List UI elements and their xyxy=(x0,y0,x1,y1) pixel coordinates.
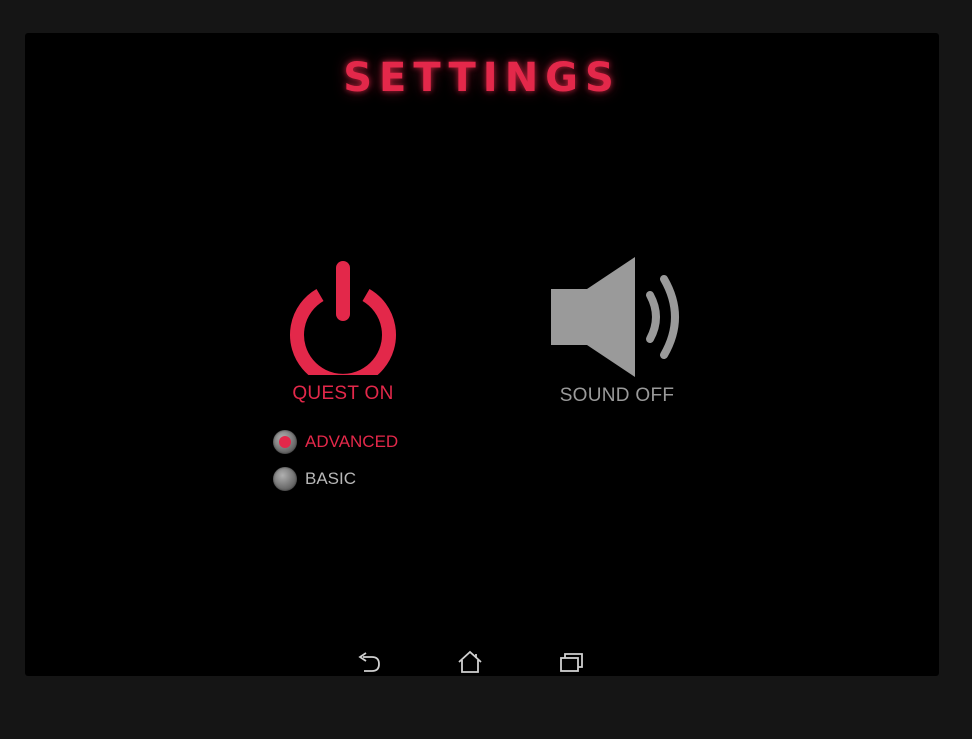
quest-toggle-button[interactable]: QUEST ON xyxy=(263,257,423,405)
back-arrow-icon xyxy=(358,652,380,672)
power-icon xyxy=(290,261,396,375)
page-title: SETTINGS xyxy=(343,55,621,101)
system-navigation-bar xyxy=(25,647,939,676)
app-screen: SETTINGS QUEST ON SOUND OFF ADVANCED BAS… xyxy=(25,33,939,676)
mode-label-advanced: ADVANCED xyxy=(305,432,399,451)
home-icon xyxy=(458,650,482,673)
sound-toggle-button[interactable]: SOUND OFF xyxy=(537,255,697,407)
back-button[interactable] xyxy=(355,650,383,674)
recent-apps-icon xyxy=(560,653,583,672)
mode-option-basic[interactable]: BASIC xyxy=(273,465,356,493)
quest-label: QUEST ON xyxy=(292,383,394,404)
radio-button-basic[interactable] xyxy=(273,467,297,491)
radio-button-advanced[interactable] xyxy=(273,430,297,454)
device-frame: SETTINGS QUEST ON SOUND OFF ADVANCED BAS… xyxy=(0,0,972,739)
mode-option-advanced[interactable]: ADVANCED xyxy=(273,428,398,456)
speaker-icon xyxy=(551,257,679,377)
mode-label-basic: BASIC xyxy=(305,469,357,488)
sound-label: SOUND OFF xyxy=(559,385,675,406)
radio-selected-dot xyxy=(279,436,291,448)
recent-apps-button[interactable] xyxy=(558,650,586,674)
home-button[interactable] xyxy=(456,650,484,674)
